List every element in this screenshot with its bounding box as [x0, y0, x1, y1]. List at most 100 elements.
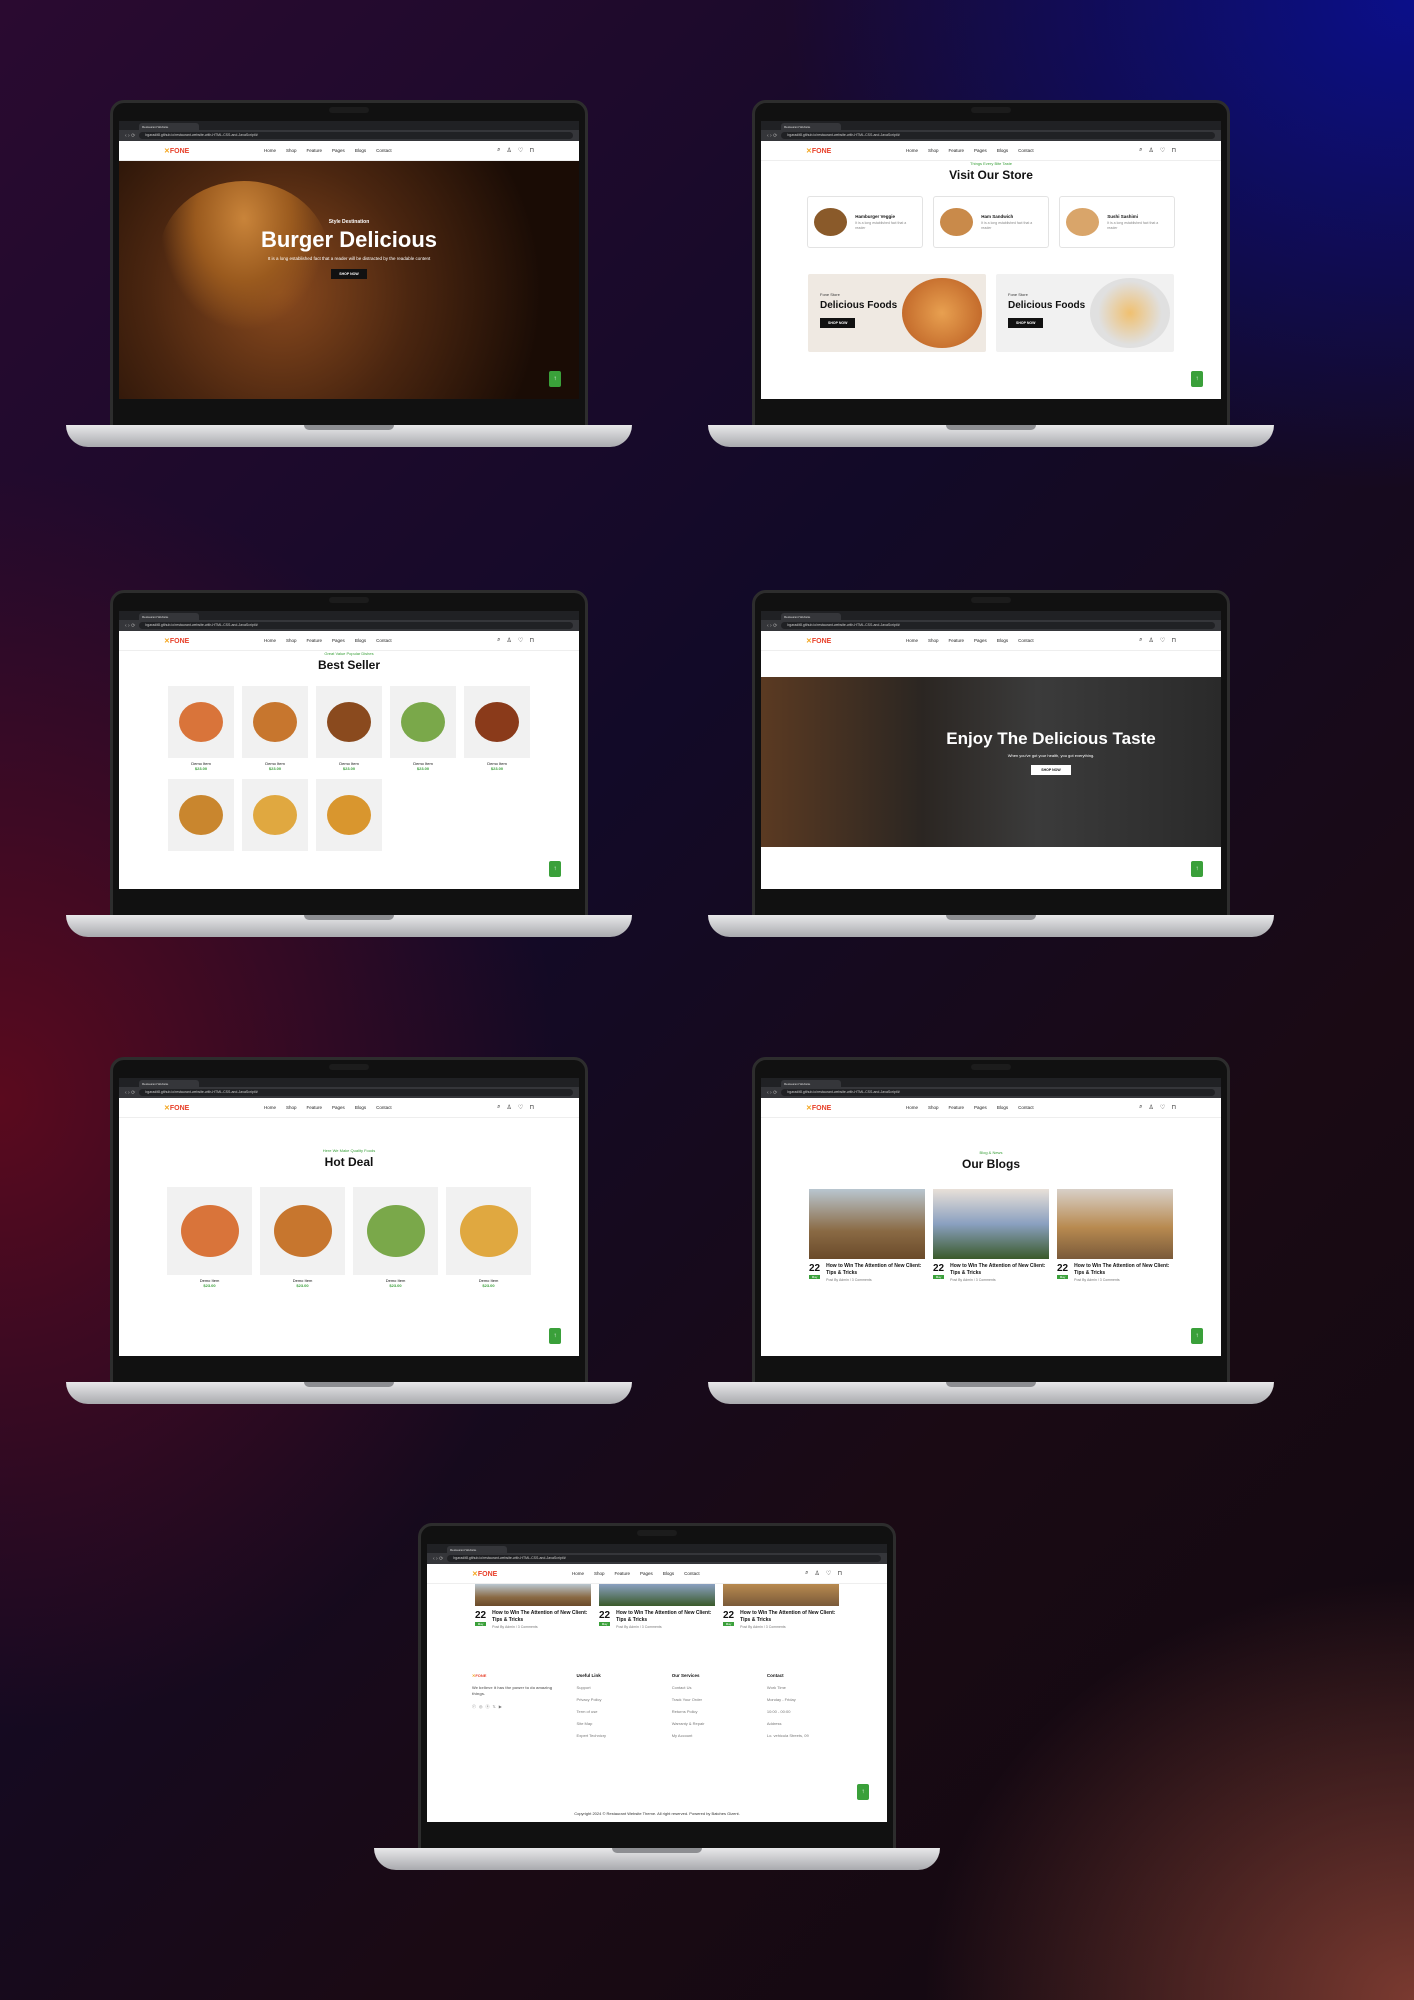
nav-feature[interactable]: Feature	[307, 148, 323, 153]
product-card[interactable]: Demo Item $23.00	[390, 686, 456, 771]
url-input[interactable]: bgaradit8.github.io/restaurant-website-w…	[139, 132, 573, 139]
scroll-top-button[interactable]: ↑	[1191, 861, 1203, 877]
product-card[interactable]: Demo Item $23.00	[168, 686, 234, 771]
nav-home[interactable]: Home	[264, 638, 276, 643]
back-icon[interactable]: ‹ › ⟳	[433, 1556, 443, 1562]
blog-title[interactable]: How to Win The Attention of New Client: …	[740, 1610, 839, 1623]
nav-feature[interactable]: Feature	[615, 1571, 631, 1576]
blog-card[interactable]: 22 May How to Win The Attention of New Cli…	[599, 1584, 715, 1629]
footer-link[interactable]: Expert Technicry	[577, 1733, 652, 1738]
nav-shop[interactable]: Shop	[286, 638, 297, 643]
nav-feature[interactable]: Feature	[949, 638, 965, 643]
back-icon[interactable]: ‹ › ⟳	[767, 133, 777, 139]
nav-blogs[interactable]: Blogs	[997, 638, 1008, 643]
browser-tab[interactable]: Restaurant Website	[139, 123, 199, 130]
product-card[interactable]	[316, 779, 382, 851]
back-icon[interactable]: ‹ › ⟳	[767, 1090, 777, 1096]
search-icon[interactable]: ⌕	[497, 1104, 500, 1111]
nav-shop[interactable]: Shop	[928, 148, 939, 153]
logo[interactable]: ✕FONE	[164, 1104, 264, 1112]
nav-contact[interactable]: Contact	[1018, 638, 1034, 643]
url-input[interactable]: bgaradit8.github.io/restaurant-website-w…	[781, 622, 1215, 629]
scroll-top-button[interactable]: ↑	[549, 1328, 561, 1344]
url-input[interactable]: bgaradit8.github.io/restaurant-website-w…	[447, 1555, 881, 1562]
logo[interactable]: ✕FONE	[472, 1570, 572, 1578]
category-card[interactable]: Ham Sandwich It is a long established fac…	[933, 196, 1049, 248]
nav-contact[interactable]: Contact	[376, 638, 392, 643]
nav-pages[interactable]: Pages	[640, 1571, 653, 1576]
product-card[interactable]: Demo Item $23.00	[446, 1187, 531, 1288]
bag-icon[interactable]: ⊓	[529, 637, 534, 644]
user-icon[interactable]: ♙	[507, 1104, 512, 1111]
bag-icon[interactable]: ⊓	[1171, 147, 1176, 154]
footer-link[interactable]: Privacy Policy	[577, 1697, 652, 1702]
footer-link[interactable]: Contact Us	[672, 1685, 747, 1690]
shop-now-button[interactable]: SHOP NOW	[1008, 318, 1044, 328]
nav-home[interactable]: Home	[906, 1105, 918, 1110]
heart-icon[interactable]: ♡	[518, 637, 523, 644]
product-card[interactable]	[168, 779, 234, 851]
nav-feature[interactable]: Feature	[949, 1105, 965, 1110]
nav-shop[interactable]: Shop	[928, 1105, 939, 1110]
promo-banner[interactable]: Fone Store Delicious Foods SHOP NOW	[808, 274, 986, 352]
blog-card[interactable]: 22 May How to Win The Attention of New Cli…	[475, 1584, 591, 1629]
heart-icon[interactable]: ♡	[1160, 147, 1165, 154]
nav-blogs[interactable]: Blogs	[355, 1105, 366, 1110]
footer-link[interactable]: Warranty & Repair	[672, 1721, 747, 1726]
nav-blogs[interactable]: Blogs	[997, 1105, 1008, 1110]
footer-link[interactable]: My Account	[672, 1733, 747, 1738]
user-icon[interactable]: ♙	[1149, 147, 1154, 154]
shop-now-button[interactable]: SHOP NOW	[1031, 765, 1071, 775]
nav-blogs[interactable]: Blogs	[997, 148, 1008, 153]
search-icon[interactable]: ⌕	[497, 147, 500, 154]
promo-banner[interactable]: Fone Store Delicious Foods SHOP NOW	[996, 274, 1174, 352]
url-input[interactable]: bgaradit8.github.io/restaurant-website-w…	[139, 622, 573, 629]
bag-icon[interactable]: ⊓	[837, 1570, 842, 1577]
nav-shop[interactable]: Shop	[286, 148, 297, 153]
heart-icon[interactable]: ♡	[1160, 1104, 1165, 1111]
browser-tab[interactable]: Restaurant Website	[781, 123, 841, 130]
logo[interactable]: ✕FONE	[164, 147, 264, 155]
nav-home[interactable]: Home	[906, 638, 918, 643]
browser-tab[interactable]: Restaurant Website	[781, 1080, 841, 1087]
product-card[interactable]: Demo Item $23.00	[353, 1187, 438, 1288]
product-card[interactable]: Demo Item $23.00	[464, 686, 530, 771]
youtube-icon[interactable]: ▶	[499, 1704, 502, 1710]
product-card[interactable]	[242, 779, 308, 851]
user-icon[interactable]: ♙	[507, 147, 512, 154]
footer-link[interactable]: Term of use	[577, 1709, 652, 1714]
footer-logo[interactable]: ✕FONE	[472, 1673, 557, 1678]
blog-title[interactable]: How to Win The Attention of New Client: …	[492, 1610, 591, 1623]
blog-card[interactable]: 22 May How to Win The Attention of New Cli…	[723, 1584, 839, 1629]
bag-icon[interactable]: ⊓	[529, 147, 534, 154]
nav-home[interactable]: Home	[264, 1105, 276, 1110]
nav-pages[interactable]: Pages	[974, 148, 987, 153]
search-icon[interactable]: ⌕	[805, 1570, 808, 1577]
logo[interactable]: ✕FONE	[806, 147, 906, 155]
blog-card[interactable]: 22 May How to Win The Attention of New Cli…	[1057, 1189, 1173, 1282]
nav-pages[interactable]: Pages	[974, 1105, 987, 1110]
shop-now-button[interactable]: SHOP NOW	[820, 318, 856, 328]
heart-icon[interactable]: ♡	[826, 1570, 831, 1577]
nav-contact[interactable]: Contact	[1018, 148, 1034, 153]
browser-tab[interactable]: Restaurant Website	[447, 1546, 507, 1553]
logo[interactable]: ✕FONE	[806, 1104, 906, 1112]
nav-feature[interactable]: Feature	[307, 638, 323, 643]
pinterest-icon[interactable]: ⓟ	[486, 1704, 490, 1710]
url-input[interactable]: bgaradit8.github.io/restaurant-website-w…	[781, 1089, 1215, 1096]
heart-icon[interactable]: ♡	[1160, 637, 1165, 644]
scroll-top-button[interactable]: ↑	[549, 861, 561, 877]
footer-link[interactable]: Site Map	[577, 1721, 652, 1726]
bag-icon[interactable]: ⊓	[1171, 1104, 1176, 1111]
logo[interactable]: ✕FONE	[806, 637, 906, 645]
user-icon[interactable]: ♙	[507, 637, 512, 644]
user-icon[interactable]: ♙	[1149, 637, 1154, 644]
logo[interactable]: ✕FONE	[164, 637, 264, 645]
nav-home[interactable]: Home	[264, 148, 276, 153]
search-icon[interactable]: ⌕	[1139, 147, 1142, 154]
nav-pages[interactable]: Pages	[332, 148, 345, 153]
url-input[interactable]: bgaradit8.github.io/restaurant-website-w…	[139, 1089, 573, 1096]
nav-contact[interactable]: Contact	[684, 1571, 700, 1576]
scroll-top-button[interactable]: ↑	[549, 371, 561, 387]
url-input[interactable]: bgaradit8.github.io/restaurant-website-w…	[781, 132, 1215, 139]
